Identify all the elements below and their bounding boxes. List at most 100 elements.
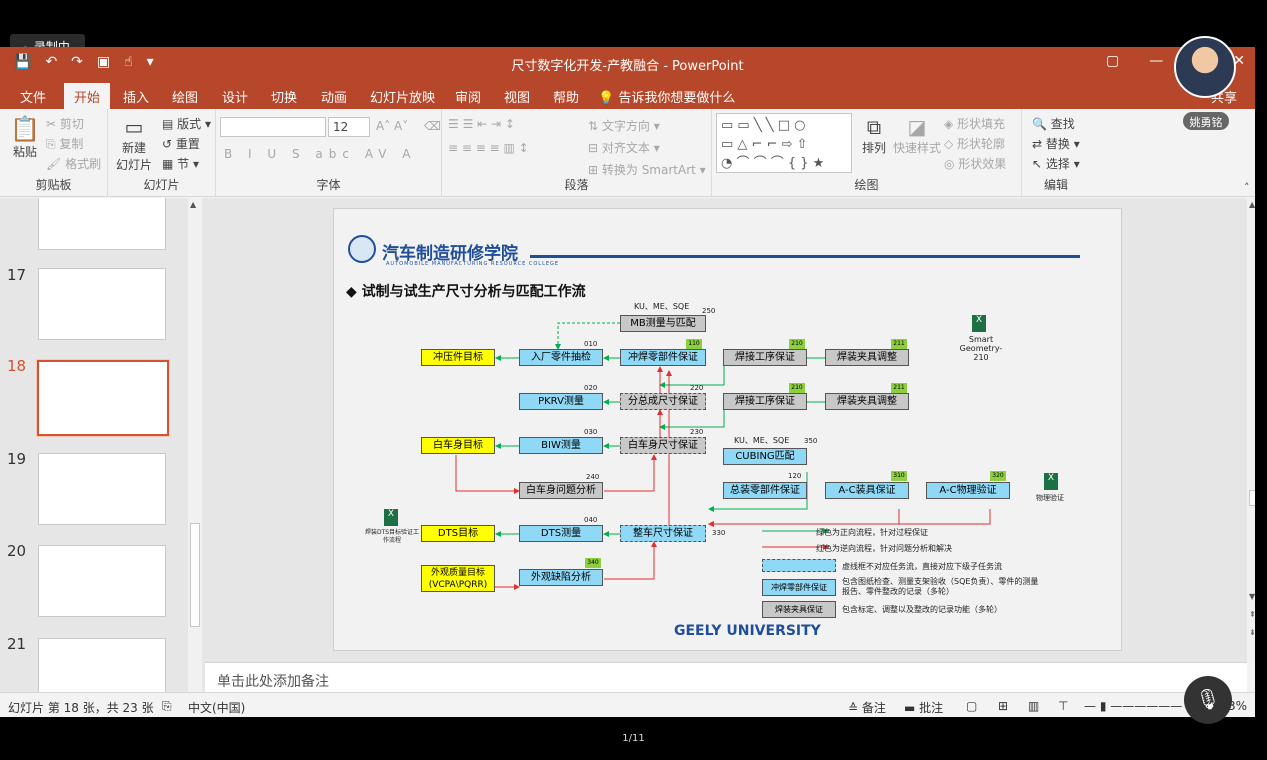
slideshow-icon[interactable]: ⊤: [1058, 699, 1068, 713]
pkrv-node: PKRV测量: [519, 393, 603, 410]
cut-button[interactable]: ✂ 剪切: [46, 115, 84, 132]
notes-button[interactable]: ≙ 备注: [848, 699, 886, 716]
text-direction-button[interactable]: ⇅ 文字方向 ▾: [588, 117, 660, 134]
ribbon-display-icon[interactable]: ▢: [1106, 53, 1119, 69]
tab-draw[interactable]: 绘图: [172, 87, 198, 106]
dts-target-node: DTS目标: [421, 525, 495, 542]
bullets-icon[interactable]: ☰ ☰ ⇤ ⇥ ↕: [448, 117, 515, 131]
mic-off-icon[interactable]: 🎙: [1184, 676, 1232, 724]
slide-thumbnail[interactable]: [38, 638, 166, 692]
slide-number: 19: [7, 450, 27, 468]
replace-button[interactable]: ⇄ 替换 ▾: [1032, 135, 1080, 152]
reset-button[interactable]: ↺ 重置: [162, 135, 200, 152]
new-slide-button[interactable]: ▭ 新建 幻灯片: [112, 115, 156, 173]
slide-number: 20: [7, 542, 27, 560]
format-painter-button[interactable]: 🖌 格式刷: [46, 155, 101, 172]
slide-thumbnail[interactable]: [38, 268, 166, 340]
font-style-buttons[interactable]: B I U S abc AV A: [224, 147, 417, 161]
quick-styles-button[interactable]: ◪ 快速样式: [892, 115, 942, 156]
slide-thumbnail[interactable]: [38, 545, 166, 617]
normal-view-icon[interactable]: ▢: [966, 699, 977, 713]
weld-process-node-1: 焊接工序保证: [723, 349, 807, 366]
slide-thumbnail-selected[interactable]: [36, 359, 170, 437]
language[interactable]: 中文(中国): [188, 699, 245, 716]
tab-file[interactable]: 文件: [20, 87, 46, 106]
sorter-view-icon[interactable]: ⊞: [998, 699, 1008, 713]
align-icons[interactable]: ≡ ≡ ≡ ≡ ▥ ↕: [448, 141, 529, 155]
select-button[interactable]: ↖ 选择 ▾: [1032, 155, 1080, 172]
fixture-node-1: 焊装夹具调整: [825, 349, 909, 366]
excel-icon[interactable]: X: [384, 509, 398, 526]
tab-design[interactable]: 设计: [222, 87, 248, 106]
shape-fill-button[interactable]: ◈ 形状填充: [944, 115, 1005, 132]
spellcheck-icon[interactable]: ⎘: [162, 699, 172, 714]
legend-cyan-box: 冲焊零部件保证: [762, 579, 836, 596]
code-211b: 211: [891, 383, 907, 393]
grow-font-icon[interactable]: A˄ A˅: [376, 119, 408, 133]
excel-label-3: 焊装DTS目标验证工作流程: [364, 529, 420, 544]
shape-effects-button[interactable]: ◎ 形状效果: [944, 155, 1006, 172]
biw-target-node: 白车身目标: [421, 437, 495, 454]
minimize-icon[interactable]: —: [1149, 53, 1163, 69]
legend-dashed-box: [762, 559, 836, 572]
scroll-down-icon: ▼: [1249, 592, 1255, 601]
title-bar: 💾 ↶ ↷ ▣ ☝ ▾ 尺寸数字化开发-产教融合 - PowerPoint ▢ …: [0, 47, 1255, 79]
cubing-node: CUBING匹配: [723, 448, 807, 465]
current-slide[interactable]: 汽车制造研修学院 AUTOMOBILE MANUFACTURING RESOUR…: [333, 208, 1122, 651]
collapse-ribbon-icon[interactable]: ˄: [1244, 181, 1250, 194]
code-211a: 211: [891, 339, 907, 349]
mb-node: MB测量与匹配: [620, 315, 706, 332]
tab-animations[interactable]: 动画: [321, 87, 347, 106]
lightbulb-icon: 💡: [598, 91, 615, 106]
code-350: 350: [804, 437, 818, 445]
group-paragraph: ☰ ☰ ⇤ ⇥ ↕ ⇅ 文字方向 ▾ ≡ ≡ ≡ ≡ ▥ ↕ ⊟ 对齐文本 ▾ …: [442, 109, 712, 197]
slide-editor: 汽车制造研修学院 AUTOMOBILE MANUFACTURING RESOUR…: [205, 198, 1255, 711]
tab-view[interactable]: 视图: [504, 87, 530, 106]
excel-label-1: Smart Geometry-210: [959, 335, 1003, 362]
reading-view-icon[interactable]: ▥: [1028, 699, 1039, 713]
scroll-thumb: [1249, 490, 1255, 506]
stamp-weld-node: 冲焊零部件保证: [620, 349, 706, 366]
tab-help[interactable]: 帮助: [553, 87, 579, 106]
tab-review[interactable]: 审阅: [455, 87, 481, 106]
excel-icon[interactable]: X: [972, 315, 986, 332]
slide-count: 幻灯片 第 18 张，共 23 张: [8, 701, 154, 715]
thumbnail-scrollbar[interactable]: ▲: [188, 198, 202, 692]
shapes-gallery[interactable]: ▭ ▭ ╲ ╲ □ ○ ▭ △ ⌐ ⌐ ⇨ ⇧ ◔ ⌒ ⌒ ⌒ { } ★: [716, 113, 852, 173]
slide-scrollbar[interactable]: ▲ ▼ ⇞ ⇟: [1247, 198, 1255, 662]
copy-button[interactable]: ⎘ 复制: [46, 135, 83, 152]
final-parts-node: 总装零部件保证: [723, 482, 807, 499]
notes-pane[interactable]: 单击此处添加备注: [205, 662, 1247, 692]
paste-button[interactable]: 📋 粘贴: [10, 115, 40, 160]
code-240: 240: [586, 473, 600, 481]
tab-transitions[interactable]: 切换: [271, 87, 297, 106]
ac-physical-node: A-C物理验证: [926, 482, 1010, 499]
comments-button[interactable]: ▬ 批注: [904, 699, 943, 716]
slide-number: 21: [7, 635, 27, 653]
code-220: 220: [690, 384, 704, 392]
ku-label-2: KU、ME、SQE: [734, 436, 790, 445]
align-text-button[interactable]: ⊟ 对齐文本 ▾: [588, 139, 660, 156]
arrange-button[interactable]: ⧉ 排列: [858, 115, 890, 156]
incoming-inspection-node: 入厂零件抽检: [519, 349, 603, 366]
font-size-box[interactable]: 12: [328, 117, 370, 137]
tab-insert[interactable]: 插入: [123, 87, 149, 106]
section-button[interactable]: ▦ 节 ▾: [162, 155, 199, 172]
font-name-box[interactable]: [220, 117, 326, 137]
shape-outline-button[interactable]: ◇ 形状轮廓: [944, 135, 1005, 152]
excel-icon[interactable]: X: [1044, 473, 1058, 490]
slide-thumbnail[interactable]: [38, 198, 166, 250]
defect-analysis-node: 外观缺陷分析: [519, 569, 603, 586]
zoom-slider[interactable]: — ▮ ——————: [1084, 699, 1182, 713]
tab-home[interactable]: 开始: [64, 83, 111, 109]
layout-button[interactable]: ▤ 版式 ▾: [162, 115, 211, 132]
tell-me-search[interactable]: 💡 告诉我你想要做什么: [598, 87, 735, 106]
find-button[interactable]: 🔍 查找: [1032, 115, 1075, 132]
code-230: 230: [690, 428, 704, 436]
clear-format-icon[interactable]: ⌫: [424, 119, 441, 133]
window-title: 尺寸数字化开发-产教融合 - PowerPoint: [511, 59, 744, 74]
slide-footer: GEELY UNIVERSITY: [674, 623, 821, 639]
arrange-icon: ⧉: [866, 115, 882, 139]
tab-slideshow[interactable]: 幻灯片放映: [370, 87, 435, 106]
slide-thumbnail[interactable]: [38, 453, 166, 525]
